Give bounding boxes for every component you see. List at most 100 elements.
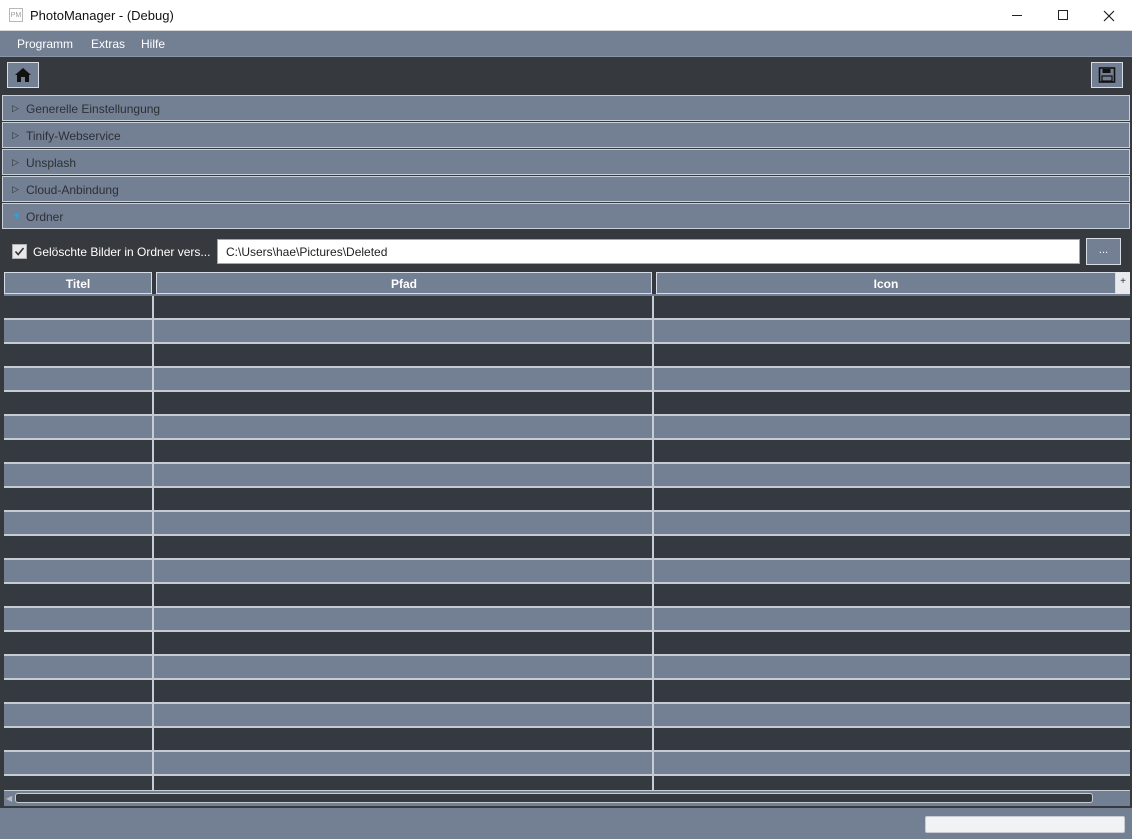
close-button[interactable] xyxy=(1086,0,1132,31)
table-cell[interactable] xyxy=(4,704,152,726)
table-cell[interactable] xyxy=(654,464,1130,486)
table-row[interactable] xyxy=(4,632,1130,656)
table-cell[interactable] xyxy=(154,776,652,790)
table-cell[interactable] xyxy=(4,584,152,606)
table-cell[interactable] xyxy=(154,704,652,726)
table-cell[interactable] xyxy=(654,488,1130,510)
table-row[interactable] xyxy=(4,584,1130,608)
home-button[interactable] xyxy=(7,62,39,88)
expander-generelle-einstellungung[interactable]: ▷ Generelle Einstellungung xyxy=(2,95,1130,121)
horizontal-scrollbar[interactable]: ◀ xyxy=(4,790,1130,806)
table-cell[interactable] xyxy=(154,512,652,534)
table-cell[interactable] xyxy=(154,368,652,390)
table-cell[interactable] xyxy=(4,608,152,630)
table-row[interactable] xyxy=(4,440,1130,464)
save-button[interactable] xyxy=(1091,62,1123,88)
table-cell[interactable] xyxy=(4,368,152,390)
table-cell[interactable] xyxy=(4,344,152,366)
table-cell[interactable] xyxy=(654,728,1130,750)
table-row[interactable] xyxy=(4,752,1130,776)
table-cell[interactable] xyxy=(154,632,652,654)
table-cell[interactable] xyxy=(654,560,1130,582)
deleted-images-checkbox[interactable] xyxy=(12,244,27,259)
table-cell[interactable] xyxy=(154,392,652,414)
table-row[interactable] xyxy=(4,344,1130,368)
table-row[interactable] xyxy=(4,608,1130,632)
menu-item-programm[interactable]: Programm xyxy=(17,37,73,51)
table-row[interactable] xyxy=(4,536,1130,560)
table-row[interactable] xyxy=(4,320,1130,344)
table-row[interactable] xyxy=(4,512,1130,536)
table-cell[interactable] xyxy=(154,320,652,342)
maximize-button[interactable] xyxy=(1040,0,1086,31)
table-row[interactable] xyxy=(4,464,1130,488)
table-cell[interactable] xyxy=(654,752,1130,774)
table-row[interactable] xyxy=(4,656,1130,680)
browse-folder-button[interactable]: ... xyxy=(1086,238,1121,265)
table-cell[interactable] xyxy=(4,464,152,486)
table-cell[interactable] xyxy=(4,656,152,678)
table-cell[interactable] xyxy=(4,488,152,510)
table-cell[interactable] xyxy=(654,368,1130,390)
minimize-button[interactable] xyxy=(994,0,1040,31)
menu-item-hilfe[interactable]: Hilfe xyxy=(141,37,165,51)
table-cell[interactable] xyxy=(154,296,652,318)
table-cell[interactable] xyxy=(154,584,652,606)
table-cell[interactable] xyxy=(4,632,152,654)
table-row[interactable] xyxy=(4,704,1130,728)
table-cell[interactable] xyxy=(154,440,652,462)
grid-header-corner-button[interactable]: + xyxy=(1116,272,1130,294)
table-cell[interactable] xyxy=(654,776,1130,790)
table-cell[interactable] xyxy=(4,512,152,534)
table-row[interactable] xyxy=(4,728,1130,752)
table-cell[interactable] xyxy=(654,344,1130,366)
table-cell[interactable] xyxy=(154,728,652,750)
column-header-icon[interactable]: Icon xyxy=(656,272,1116,294)
table-cell[interactable] xyxy=(4,416,152,438)
table-cell[interactable] xyxy=(654,512,1130,534)
table-cell[interactable] xyxy=(4,296,152,318)
table-row[interactable] xyxy=(4,296,1130,320)
table-cell[interactable] xyxy=(654,632,1130,654)
table-cell[interactable] xyxy=(654,704,1130,726)
table-cell[interactable] xyxy=(4,320,152,342)
table-cell[interactable] xyxy=(4,680,152,702)
table-cell[interactable] xyxy=(4,776,152,790)
table-cell[interactable] xyxy=(4,560,152,582)
table-row[interactable] xyxy=(4,680,1130,704)
table-cell[interactable] xyxy=(654,320,1130,342)
table-cell[interactable] xyxy=(154,416,652,438)
table-cell[interactable] xyxy=(154,536,652,558)
table-row[interactable] xyxy=(4,392,1130,416)
table-row[interactable] xyxy=(4,776,1130,790)
table-cell[interactable] xyxy=(654,608,1130,630)
table-cell[interactable] xyxy=(4,752,152,774)
expander-cloud-anbindung[interactable]: ▷ Cloud-Anbindung xyxy=(2,176,1130,202)
table-cell[interactable] xyxy=(154,680,652,702)
table-cell[interactable] xyxy=(4,536,152,558)
table-cell[interactable] xyxy=(154,560,652,582)
table-row[interactable] xyxy=(4,368,1130,392)
expander-unsplash[interactable]: ▷ Unsplash xyxy=(2,149,1130,175)
table-cell[interactable] xyxy=(654,392,1130,414)
column-header-titel[interactable]: Titel xyxy=(4,272,152,294)
expander-tinify-webservice[interactable]: ▷ Tinify-Webservice xyxy=(2,122,1130,148)
table-cell[interactable] xyxy=(654,656,1130,678)
table-cell[interactable] xyxy=(154,344,652,366)
table-cell[interactable] xyxy=(654,536,1130,558)
table-cell[interactable] xyxy=(154,488,652,510)
table-cell[interactable] xyxy=(654,680,1130,702)
table-cell[interactable] xyxy=(4,392,152,414)
table-row[interactable] xyxy=(4,416,1130,440)
table-cell[interactable] xyxy=(4,440,152,462)
scrollbar-thumb[interactable] xyxy=(15,793,1093,803)
column-header-pfad[interactable]: Pfad xyxy=(156,272,652,294)
table-cell[interactable] xyxy=(654,416,1130,438)
menu-item-extras[interactable]: Extras xyxy=(91,37,125,51)
table-cell[interactable] xyxy=(154,656,652,678)
table-cell[interactable] xyxy=(4,728,152,750)
table-cell[interactable] xyxy=(154,608,652,630)
table-cell[interactable] xyxy=(154,464,652,486)
table-cell[interactable] xyxy=(654,584,1130,606)
table-row[interactable] xyxy=(4,560,1130,584)
